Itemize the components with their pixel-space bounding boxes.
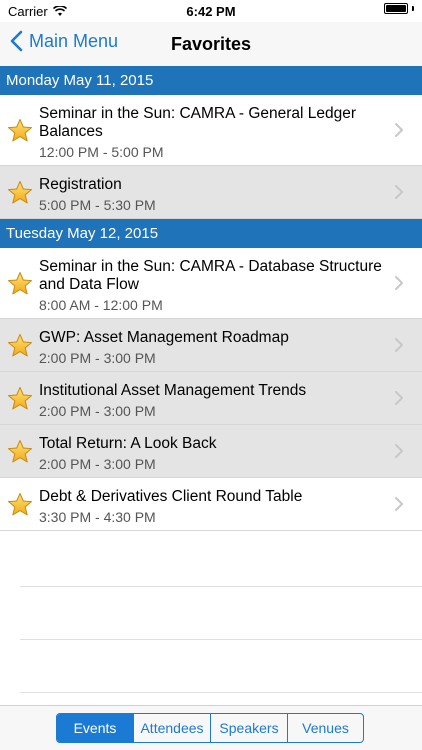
chevron-right-icon: [395, 123, 403, 137]
section-header-monday: Monday May 11, 2015: [0, 66, 422, 95]
event-time: 3:30 PM - 4:30 PM: [39, 509, 156, 525]
star-icon: [8, 387, 32, 410]
event-time: 2:00 PM - 3:00 PM: [39, 456, 156, 472]
favorites-list: Monday May 11, 2015 Seminar in the Sun: …: [0, 66, 422, 531]
empty-row-separator: [20, 692, 422, 693]
status-right: [384, 3, 414, 14]
battery-tip: [412, 6, 414, 11]
chevron-right-icon: [395, 391, 403, 405]
event-time: 5:00 PM - 5:30 PM: [39, 197, 156, 213]
star-icon: [8, 119, 32, 142]
tab-attendees[interactable]: Attendees: [134, 714, 211, 742]
section-header-tuesday: Tuesday May 12, 2015: [0, 219, 422, 248]
event-title: Registration: [39, 176, 122, 193]
navigation-bar: Main Menu Favorites: [0, 22, 422, 66]
list-item[interactable]: Institutional Asset Management Trends 2:…: [0, 372, 422, 425]
chevron-right-icon: [395, 185, 403, 199]
chevron-right-icon: [395, 497, 403, 511]
list-item[interactable]: Seminar in the Sun: CAMRA - Database Str…: [0, 248, 422, 319]
empty-row-separator: [20, 586, 422, 587]
tab-speakers[interactable]: Speakers: [211, 714, 288, 742]
list-item[interactable]: Seminar in the Sun: CAMRA - General Ledg…: [0, 95, 422, 166]
chevron-right-icon: [395, 276, 403, 290]
bottom-toolbar: Events Attendees Speakers Venues: [0, 705, 422, 750]
segmented-control: Events Attendees Speakers Venues: [56, 713, 364, 743]
event-title: Seminar in the Sun: CAMRA - General Ledg…: [39, 105, 357, 140]
event-title: Total Return: A Look Back: [39, 435, 217, 452]
tab-events[interactable]: Events: [57, 714, 134, 742]
event-time: 2:00 PM - 3:00 PM: [39, 403, 156, 419]
chevron-right-icon: [395, 444, 403, 458]
event-time: 12:00 PM - 5:00 PM: [39, 144, 164, 160]
star-icon: [8, 493, 32, 516]
event-time: 8:00 AM - 12:00 PM: [39, 297, 163, 313]
empty-row-separator: [20, 639, 422, 640]
chevron-right-icon: [395, 338, 403, 352]
list-item[interactable]: Registration 5:00 PM - 5:30 PM: [0, 166, 422, 219]
event-time: 2:00 PM - 3:00 PM: [39, 350, 156, 366]
status-bar: Carrier 6:42 PM: [0, 0, 422, 22]
list-item[interactable]: Debt & Derivatives Client Round Table 3:…: [0, 478, 422, 531]
event-title: Debt & Derivatives Client Round Table: [39, 488, 303, 505]
list-item[interactable]: Total Return: A Look Back 2:00 PM - 3:00…: [0, 425, 422, 478]
star-icon: [8, 272, 32, 295]
star-icon: [8, 440, 32, 463]
list-item[interactable]: GWP: Asset Management Roadmap 2:00 PM - …: [0, 319, 422, 372]
event-title: Institutional Asset Management Trends: [39, 382, 307, 399]
event-title: GWP: Asset Management Roadmap: [39, 329, 289, 346]
page-title: Favorites: [170, 34, 252, 54]
status-time: 6:42 PM: [186, 4, 236, 19]
star-icon: [8, 334, 32, 357]
event-title: Seminar in the Sun: CAMRA - Database Str…: [39, 258, 382, 293]
tab-venues[interactable]: Venues: [288, 714, 363, 742]
star-icon: [8, 181, 32, 204]
battery-icon: [384, 3, 408, 14]
